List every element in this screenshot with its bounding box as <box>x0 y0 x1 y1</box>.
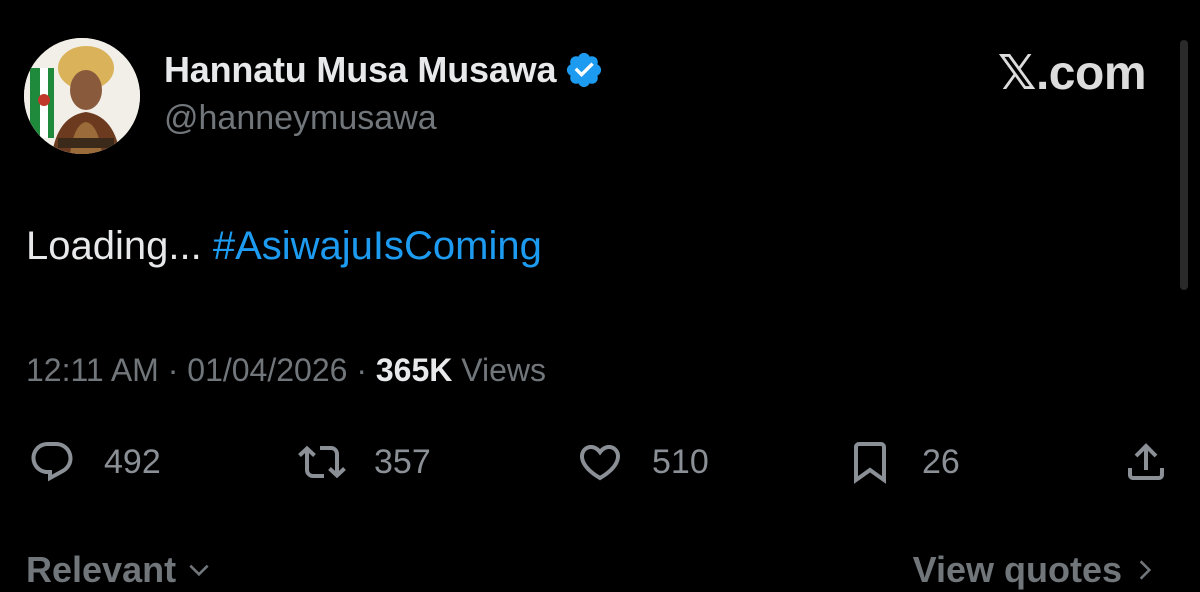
chevron-down-icon <box>189 564 209 577</box>
avatar[interactable] <box>24 38 140 154</box>
heart-icon <box>579 445 621 481</box>
avatar-image <box>24 38 140 154</box>
scrollbar[interactable] <box>1180 40 1188 290</box>
share-icon <box>1128 443 1164 480</box>
tweet-date[interactable]: 01/04/2026 <box>187 352 347 388</box>
author-handle[interactable]: @hanneymusawa <box>164 98 437 138</box>
hashtag-link[interactable]: #AsiwajuIsComing <box>213 224 542 268</box>
tweet-meta: 12:11 AM · 01/04/2026 · 365K Views <box>26 350 546 390</box>
meta-separator: · <box>347 352 376 388</box>
bookmark-icon <box>854 442 886 484</box>
reply-button[interactable]: 492 <box>28 432 161 492</box>
author-display-name[interactable]: Hannatu Musa Musawa <box>164 50 556 90</box>
sort-label: Relevant <box>26 549 177 590</box>
retweet-count: 357 <box>374 443 431 481</box>
reply-count: 492 <box>104 443 161 481</box>
retweet-icon <box>298 445 346 479</box>
view-quotes-link[interactable]: View quotes <box>913 548 1158 592</box>
verified-badge-icon[interactable] <box>564 50 604 90</box>
author-name-row[interactable]: Hannatu Musa Musawa <box>164 50 604 90</box>
views-count[interactable]: 365K <box>376 352 453 388</box>
bookmark-count: 26 <box>922 443 960 481</box>
chevron-right-icon <box>1139 560 1152 580</box>
meta-separator: · <box>158 352 188 388</box>
sort-replies-dropdown[interactable]: Relevant <box>26 548 212 592</box>
bookmark-button[interactable]: 26 <box>846 432 960 492</box>
tweet-time[interactable]: 12:11 AM <box>26 352 159 388</box>
retweet-button[interactable]: 357 <box>298 432 431 492</box>
like-button[interactable]: 510 <box>576 432 709 492</box>
reply-icon <box>31 442 73 482</box>
tweet-text: Loading... #AsiwajuIsComing <box>26 222 542 270</box>
like-count: 510 <box>652 443 709 481</box>
share-button[interactable] <box>1122 432 1170 492</box>
view-quotes-label: View quotes <box>912 549 1122 590</box>
x-brand-label: 𝕏.com <box>997 47 1147 100</box>
tweet-text-plain: Loading... <box>26 224 213 268</box>
action-bar: 492 357 510 26 <box>0 432 1200 492</box>
views-label[interactable]: Views <box>452 352 546 388</box>
